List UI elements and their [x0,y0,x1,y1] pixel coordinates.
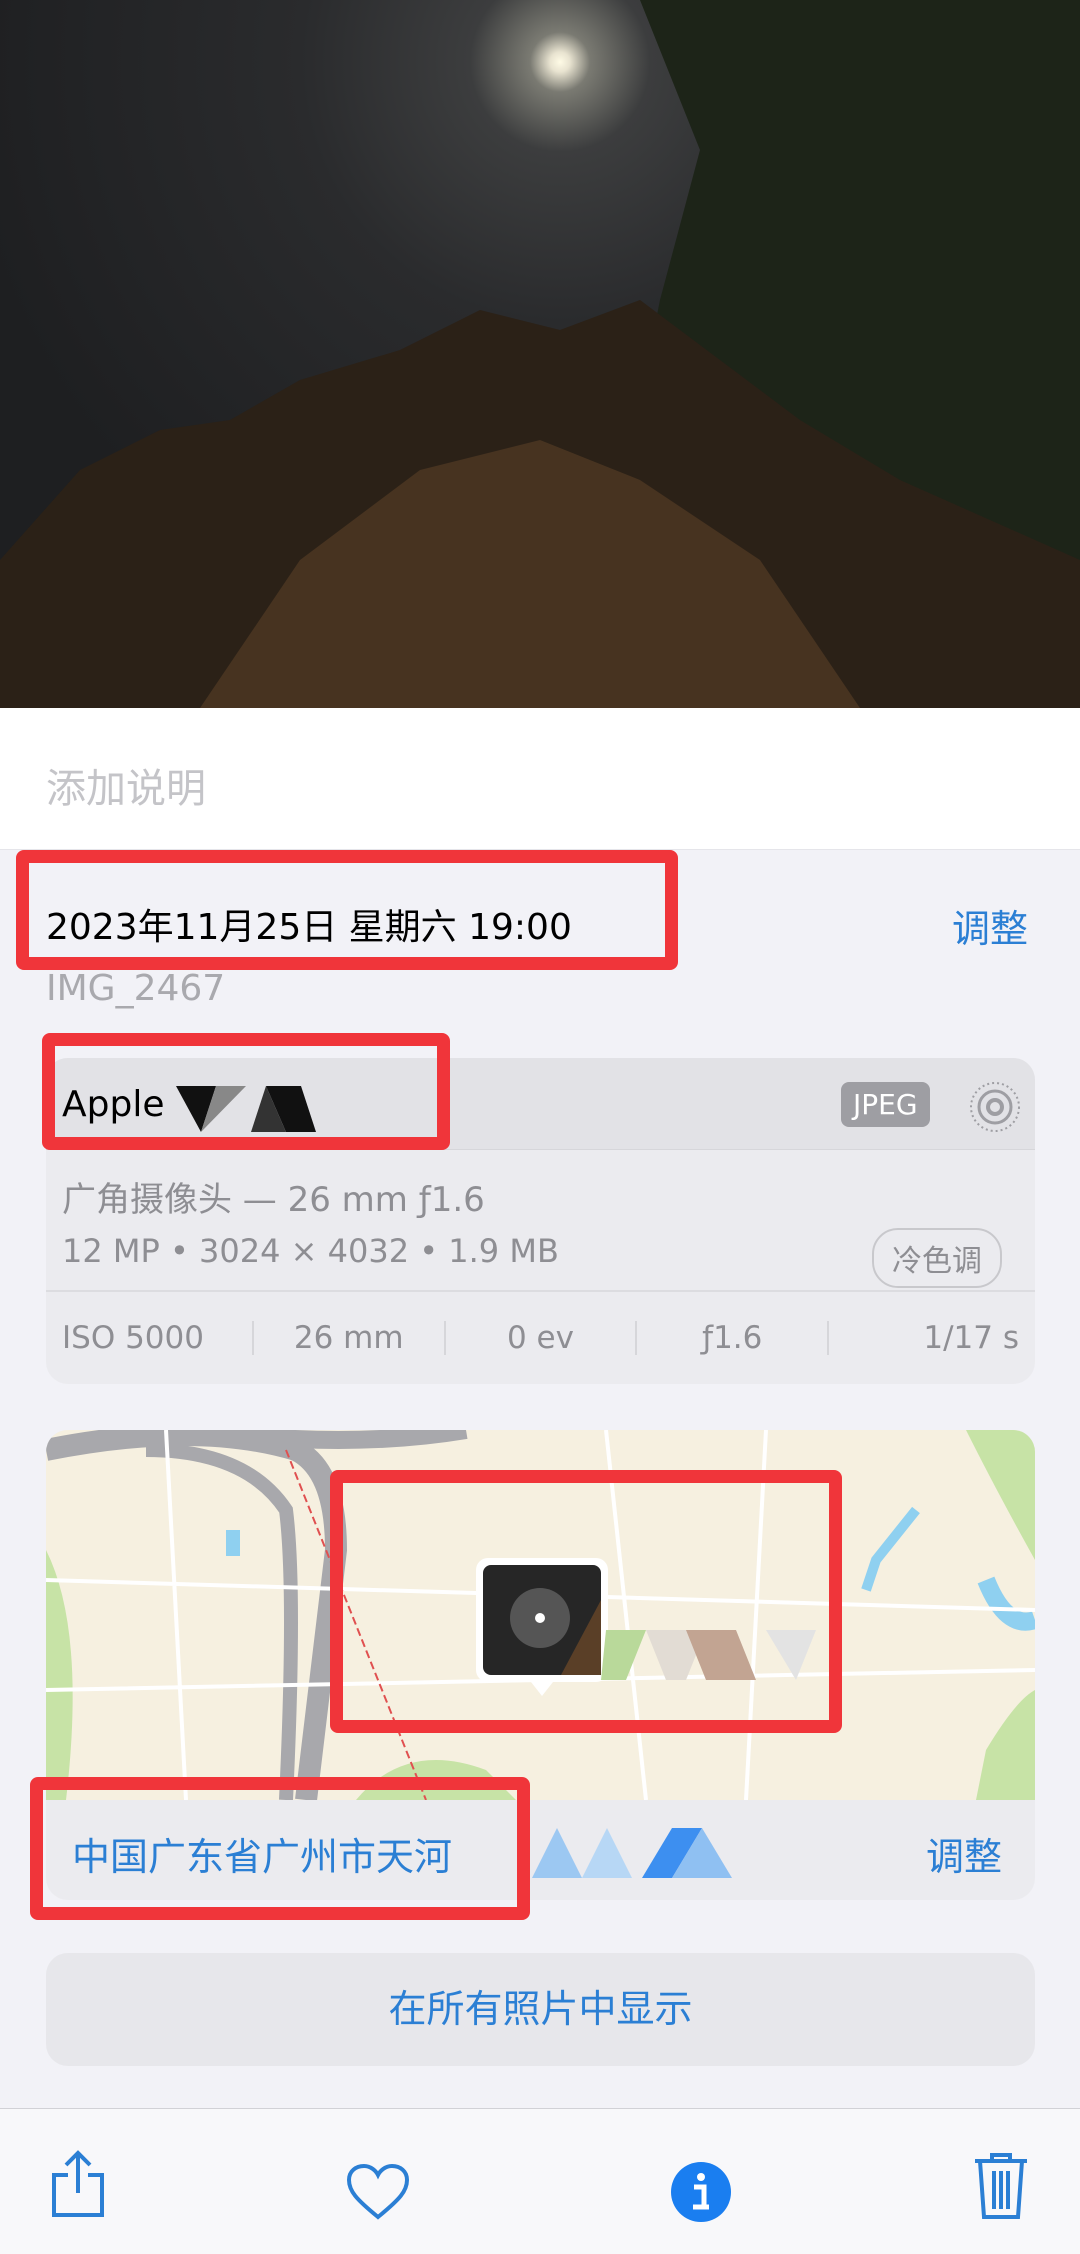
share-icon[interactable] [50,2149,106,2219]
exif-exposure-value: 0 ev [446,1321,638,1355]
adjust-location-button[interactable]: 调整 [926,1826,1002,1881]
exif-shutter: 1/17 s [923,1320,1019,1356]
exif-aperture: ƒ1.6 [637,1321,830,1355]
live-photo-icon [970,1082,1020,1132]
exif-row: ISO 5000 26 mm 0 ev ƒ1.6 1/17 s [46,1290,1035,1384]
photo-filename: IMG_2467 [46,968,226,1009]
photo-datetime: 2023年11月25日 星期六 19:00 [46,907,572,948]
caption-input[interactable]: 添加说明 [46,756,206,814]
highlight-box-location [30,1777,530,1920]
highlight-box-device [42,1033,450,1150]
heart-icon[interactable] [346,2163,410,2221]
exif-iso: ISO 5000 [46,1321,254,1355]
exif-focal-length: 26 mm [254,1321,446,1355]
image-specs: 12 MP • 3024 × 4032 • 1.9 MB [62,1232,559,1270]
photo-trees [0,0,1080,708]
show-in-all-photos-button[interactable]: 在所有照片中显示 [46,1953,1035,2066]
highlight-box-map-pin [330,1470,842,1733]
adjust-datetime-button[interactable]: 调整 [952,898,1028,953]
lens-info: 广角摄像头 — 26 mm ƒ1.6 [62,1180,485,1220]
trash-icon[interactable] [972,2151,1030,2221]
info-icon[interactable] [670,2161,732,2223]
redacted-location-detail [532,1828,732,1878]
photo-viewer[interactable] [0,0,1080,708]
format-badge: JPEG [841,1082,930,1127]
photo-style-pill[interactable]: 冷色调 [872,1228,1002,1288]
bottom-toolbar [0,2108,1080,2254]
